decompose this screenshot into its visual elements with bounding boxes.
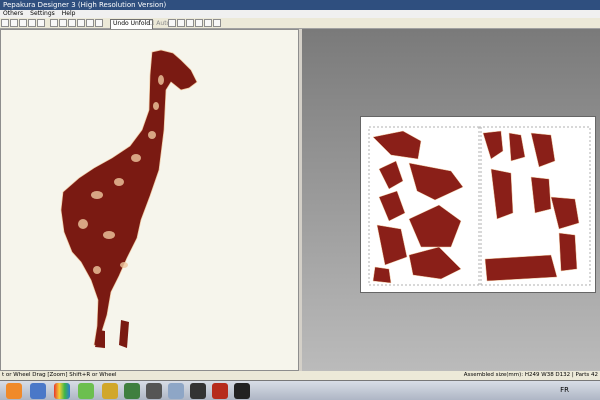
- network-icon[interactable]: [30, 383, 46, 399]
- help-icon[interactable]: [213, 19, 221, 27]
- move-icon[interactable]: [86, 19, 94, 27]
- palette-icon[interactable]: [78, 383, 94, 399]
- assembled-size: Assembled size(mm): H249 W38 D132 | Part…: [463, 372, 598, 378]
- status-bar: t or Wheel Drag [Zoom] Shift+R or Wheel …: [0, 371, 600, 380]
- color-icon[interactable]: [54, 383, 70, 399]
- tool-icon[interactable]: [190, 383, 206, 399]
- paper-sheet: [360, 116, 596, 293]
- rotate-icon[interactable]: [68, 19, 76, 27]
- menu-others[interactable]: Others: [3, 10, 23, 18]
- crown-icon[interactable]: [102, 383, 118, 399]
- clapper-icon[interactable]: [234, 383, 250, 399]
- zoom-icon[interactable]: [77, 19, 85, 27]
- save-icon[interactable]: [19, 19, 27, 27]
- cut-icon[interactable]: [186, 19, 194, 27]
- 2d-pattern-view[interactable]: [302, 29, 600, 371]
- menu-help[interactable]: Help: [62, 10, 76, 18]
- print-icon[interactable]: [28, 19, 36, 27]
- select-icon[interactable]: [168, 19, 176, 27]
- join-icon[interactable]: [177, 19, 185, 27]
- flip-icon[interactable]: [195, 19, 203, 27]
- gear-icon[interactable]: [168, 383, 184, 399]
- dragon-icon[interactable]: [124, 383, 140, 399]
- view-2d-icon[interactable]: [59, 19, 67, 27]
- filezilla-icon[interactable]: [212, 383, 228, 399]
- status-hint: t or Wheel Drag [Zoom] Shift+R or Wheel: [2, 372, 117, 378]
- menu-settings[interactable]: Settings: [30, 10, 55, 18]
- giraffe-model: [60, 49, 198, 349]
- toolbar: Undo Unfold ☐ Auto: [0, 18, 600, 30]
- menu-bar: Others Settings Help: [0, 10, 600, 18]
- copy-icon[interactable]: [37, 19, 45, 27]
- rotate-part-icon[interactable]: [204, 19, 212, 27]
- taskbar: FR: [0, 380, 600, 400]
- unfolded-parts: [368, 126, 591, 286]
- firefox-icon[interactable]: [6, 383, 22, 399]
- title-bar: Pepakura Designer 3 (High Resolution Ver…: [0, 0, 600, 10]
- view-3d-icon[interactable]: [50, 19, 58, 27]
- open-icon[interactable]: [10, 19, 18, 27]
- new-icon[interactable]: [1, 19, 9, 27]
- window-title: Pepakura Designer 3 (High Resolution Ver…: [3, 1, 167, 9]
- language-indicator[interactable]: FR: [560, 386, 569, 394]
- 3d-viewport[interactable]: [0, 29, 299, 371]
- fit-icon[interactable]: [95, 19, 103, 27]
- game-icon[interactable]: [146, 383, 162, 399]
